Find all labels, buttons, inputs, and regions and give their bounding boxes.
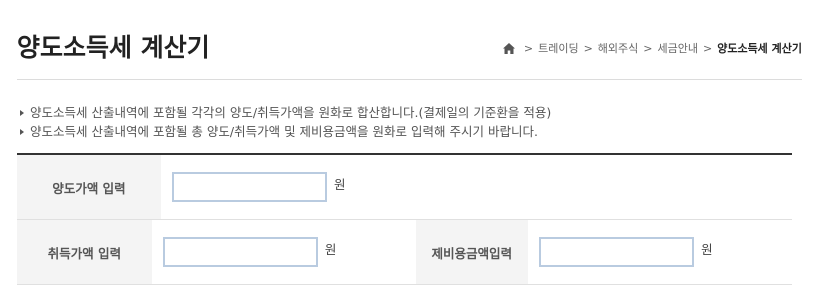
transfer-price-input[interactable] <box>172 172 327 202</box>
breadcrumb-separator: > <box>702 41 713 55</box>
breadcrumb-item-overseas-stock[interactable]: 해외주식 <box>598 40 638 56</box>
calculator-form: 양도가액 입력 원 취득가액 입력 원 제비용금액입력 원 <box>17 153 792 285</box>
expense-unit: 원 <box>701 241 713 257</box>
title-divider <box>17 79 802 80</box>
note-text: 양도소득세 산출내역에 포함될 총 양도/취득가액 및 제비용금액을 원화로 입… <box>30 124 538 139</box>
transfer-price-cell: 원 <box>161 155 442 219</box>
note-item: 양도소득세 산출내역에 포함될 총 양도/취득가액 및 제비용금액을 원화로 입… <box>20 122 551 141</box>
acquisition-price-label: 취득가액 입력 <box>17 220 152 284</box>
expense-cell: 원 <box>528 220 792 284</box>
form-row-acquisition: 취득가액 입력 원 제비용금액입력 원 <box>17 220 792 285</box>
breadcrumb-separator: > <box>523 41 534 55</box>
breadcrumb-separator: > <box>643 41 653 55</box>
form-row-transfer: 양도가액 입력 원 <box>17 155 792 220</box>
breadcrumb-item-trading[interactable]: 트레이딩 <box>538 40 578 56</box>
notes-list: 양도소득세 산출내역에 포함될 각각의 양도/취득가액을 원화로 합산합니다.(… <box>20 103 551 141</box>
breadcrumb-separator: > <box>583 41 593 55</box>
breadcrumb-item-tax-info[interactable]: 세금안내 <box>658 40 698 56</box>
note-item: 양도소득세 산출내역에 포함될 각각의 양도/취득가액을 원화로 합산합니다.(… <box>20 103 551 122</box>
expense-label: 제비용금액입력 <box>415 220 529 284</box>
page-title: 양도소득세 계산기 <box>17 33 210 62</box>
transfer-price-unit: 원 <box>334 176 346 192</box>
acquisition-price-unit: 원 <box>324 241 337 257</box>
acquisition-price-input[interactable] <box>162 237 318 267</box>
acquisition-price-cell: 원 <box>152 220 416 284</box>
expense-input[interactable] <box>539 237 695 267</box>
bullet-arrow-icon <box>20 110 24 116</box>
breadcrumb-current: 양도소득세 계산기 <box>717 42 802 55</box>
note-text: 양도소득세 산출내역에 포함될 각각의 양도/취득가액을 원화로 합산합니다.(… <box>30 105 552 120</box>
home-icon[interactable] <box>502 42 515 54</box>
transfer-price-label: 양도가액 입력 <box>17 155 161 219</box>
bullet-arrow-icon <box>20 129 24 135</box>
breadcrumb: > 트레이딩 > 해외주식 > 세금안내 > 양도소득세 계산기 <box>502 40 802 56</box>
